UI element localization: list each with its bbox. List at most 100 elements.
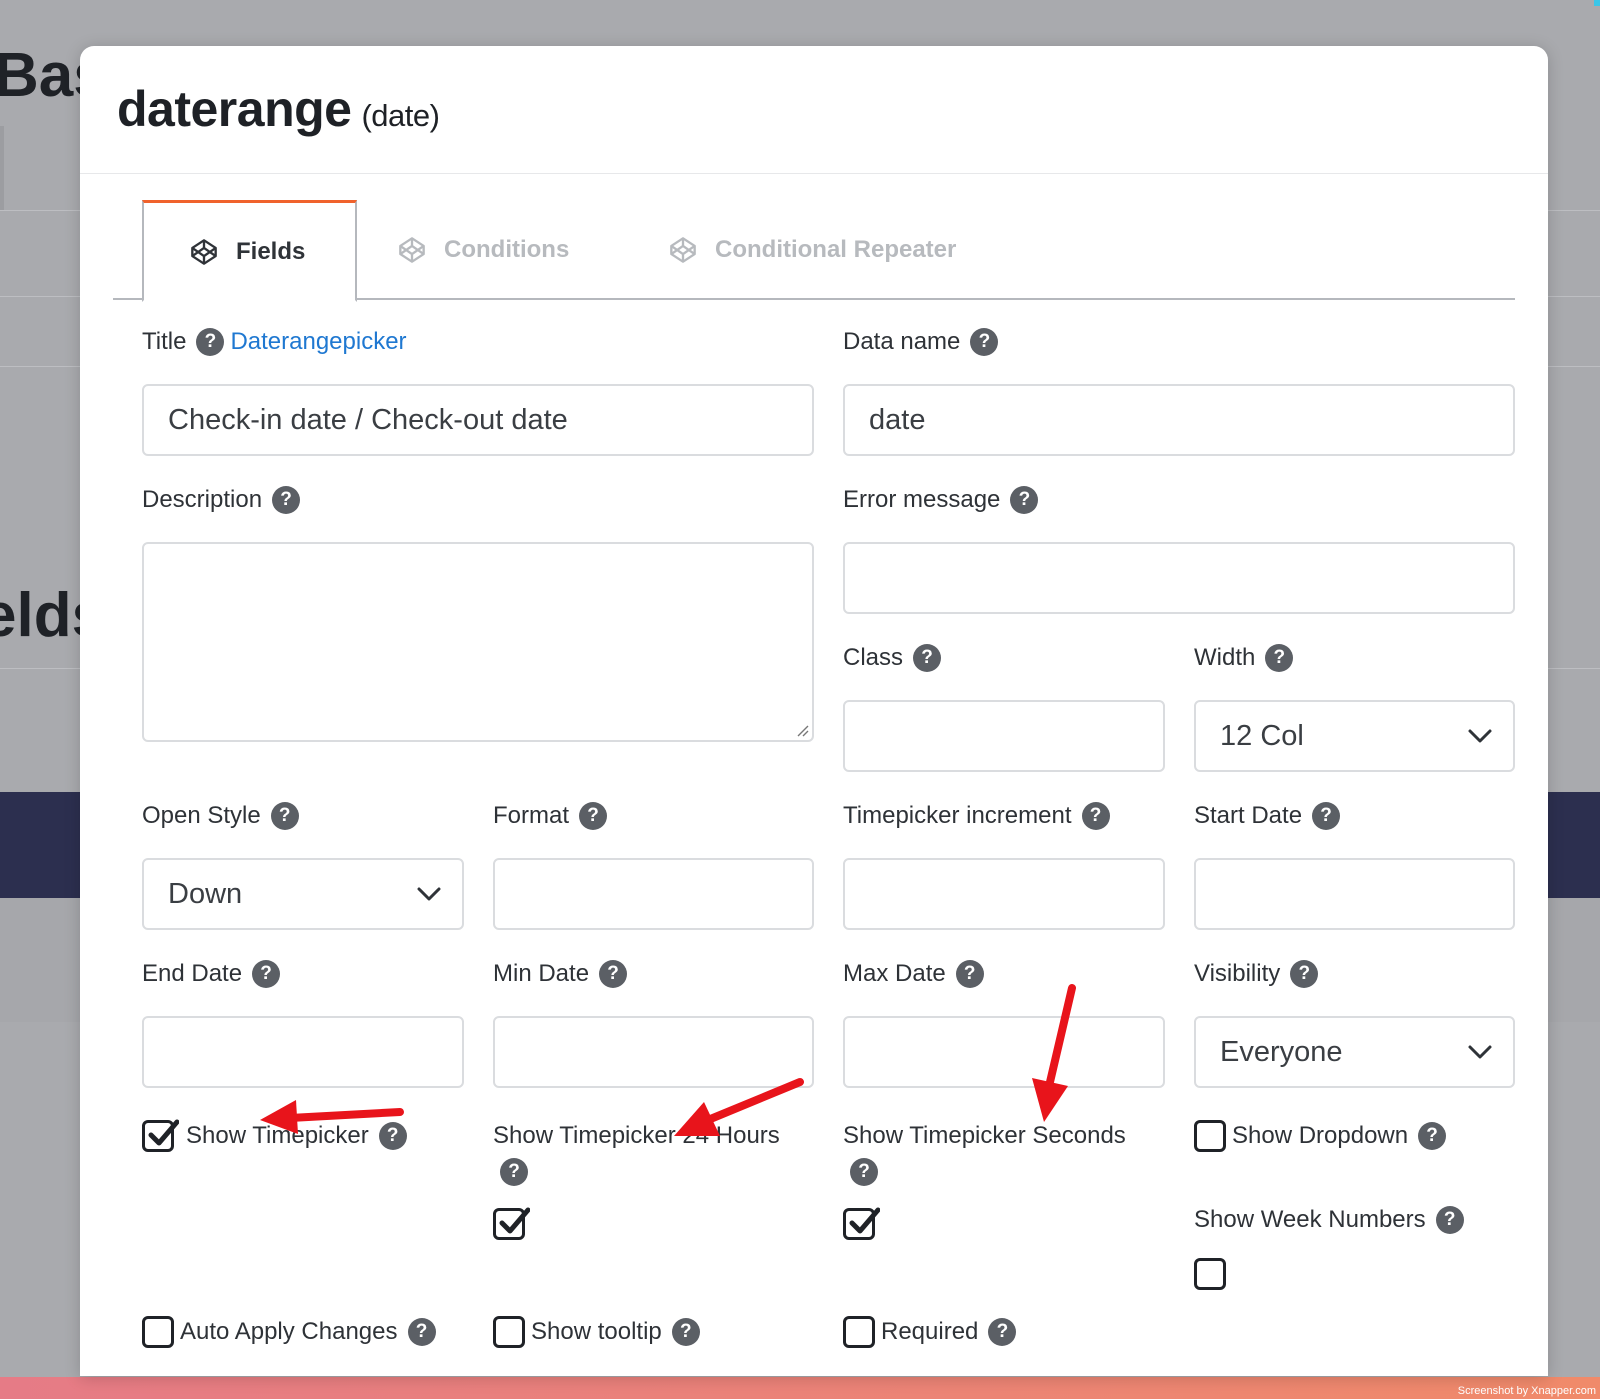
start-date-input[interactable]: [1194, 858, 1515, 930]
error-message-input[interactable]: [843, 542, 1515, 614]
help-icon[interactable]: ?: [1265, 644, 1294, 672]
format-label-text: Format: [493, 802, 570, 829]
annotation-arrow: [674, 1078, 804, 1136]
required-label-text: Required: [881, 1318, 979, 1345]
checkmark-icon: [499, 1207, 530, 1234]
class-input[interactable]: [843, 700, 1165, 772]
visibility-label-text: Visibility: [1194, 960, 1281, 987]
show-tooltip-label: Show tooltip ?: [531, 1318, 700, 1346]
show-dropdown-label-text: Show Dropdown: [1232, 1122, 1409, 1149]
tab-fields[interactable]: Fields: [142, 200, 357, 302]
error-message-label: Error message ?: [843, 486, 1039, 514]
title-label: Title ? Daterangepicker: [142, 328, 407, 356]
tab-conditional-repeater[interactable]: Conditional Repeater: [669, 200, 1009, 300]
help-icon[interactable]: ?: [500, 1158, 528, 1186]
description-label-text: Description: [142, 486, 263, 513]
title-input[interactable]: Check-in date / Check-out date: [142, 384, 814, 456]
screenshot-credit: Screenshot by Xnapper.com: [1457, 1385, 1596, 1397]
tab-label: Fields: [236, 237, 306, 265]
help-icon[interactable]: ?: [671, 1318, 700, 1346]
checkmark-icon: [148, 1119, 179, 1146]
show-dropdown-checkbox[interactable]: [1194, 1120, 1226, 1152]
codepen-icon: [669, 236, 697, 264]
description-label: Description ?: [142, 486, 301, 514]
auto-apply-checkbox[interactable]: [142, 1316, 174, 1348]
data-name-label-text: Data name: [843, 328, 961, 355]
corner-accent: [1594, 0, 1600, 6]
open-style-select[interactable]: Down: [142, 858, 464, 930]
show-dropdown-label: Show Dropdown ?: [1232, 1122, 1447, 1150]
class-label: Class ?: [843, 644, 942, 672]
help-icon[interactable]: ?: [272, 486, 301, 514]
resize-handle-icon[interactable]: [795, 723, 809, 737]
width-select-value: 12 Col: [1220, 719, 1304, 752]
required-checkbox[interactable]: [843, 1316, 875, 1348]
end-date-input[interactable]: [142, 1016, 464, 1088]
format-input[interactable]: [493, 858, 814, 930]
title-label-text: Title: [142, 328, 187, 355]
help-icon[interactable]: ?: [850, 1158, 878, 1186]
chevron-down-icon: [1468, 729, 1492, 743]
description-textarea[interactable]: [142, 542, 814, 742]
show-timepicker-24-checkbox[interactable]: [493, 1207, 530, 1240]
auto-apply-label: Auto Apply Changes ?: [180, 1318, 436, 1346]
daterangepicker-link[interactable]: Daterangepicker: [230, 328, 406, 356]
help-icon[interactable]: ?: [270, 802, 299, 830]
data-name-label: Data name ?: [843, 328, 999, 356]
help-icon[interactable]: ?: [1290, 960, 1319, 988]
help-icon[interactable]: ?: [955, 960, 984, 988]
help-icon[interactable]: ?: [252, 960, 281, 988]
data-name-input[interactable]: date: [843, 384, 1515, 456]
help-icon[interactable]: ?: [970, 328, 999, 356]
help-icon[interactable]: ?: [988, 1318, 1017, 1346]
help-icon[interactable]: ?: [1081, 802, 1110, 830]
timepicker-increment-label-text: Timepicker increment: [843, 802, 1072, 829]
show-week-numbers-label: Show Week Numbers ?: [1194, 1206, 1464, 1234]
help-icon[interactable]: ?: [196, 328, 225, 356]
timepicker-increment-input[interactable]: [843, 858, 1165, 930]
help-icon[interactable]: ?: [579, 802, 608, 830]
annotation-arrow: [260, 1100, 404, 1134]
help-icon[interactable]: ?: [1312, 802, 1341, 830]
modal-title: daterange (date): [117, 80, 440, 138]
max-date-label-text: Max Date: [843, 960, 946, 987]
help-icon[interactable]: ?: [913, 644, 942, 672]
max-date-input[interactable]: [843, 1016, 1165, 1088]
end-date-label-text: End Date: [142, 960, 243, 987]
min-date-label: Min Date ?: [493, 960, 628, 988]
background-bar: [0, 126, 4, 210]
annotation-arrow: [1032, 984, 1076, 1122]
show-tooltip-checkbox[interactable]: [493, 1316, 525, 1348]
show-timepicker-checkbox[interactable]: [142, 1119, 179, 1152]
show-timepicker-seconds-checkbox[interactable]: [843, 1207, 880, 1240]
help-icon[interactable]: ?: [1435, 1206, 1464, 1234]
visibility-select[interactable]: Everyone: [1194, 1016, 1515, 1088]
visibility-label: Visibility ?: [1194, 960, 1319, 988]
end-date-label: End Date ?: [142, 960, 281, 988]
checkmark-icon: [849, 1207, 880, 1234]
open-style-select-value: Down: [168, 877, 243, 910]
help-icon[interactable]: ?: [1010, 486, 1039, 514]
modal-title-text: daterange: [117, 81, 352, 137]
field-settings-modal: daterange (date) Fields Conditions Condit…: [80, 46, 1548, 1376]
timepicker-increment-label: Timepicker increment ?: [843, 802, 1110, 830]
codepen-icon: [398, 236, 426, 264]
background-footer: Screenshot by Xnapper.com: [0, 1377, 1600, 1399]
format-label: Format ?: [493, 802, 608, 830]
tab-label: Conditions: [444, 236, 570, 263]
tab-label: Conditional Repeater: [715, 236, 957, 263]
min-date-label-text: Min Date: [493, 960, 590, 987]
codepen-icon: [190, 238, 218, 266]
tab-conditions[interactable]: Conditions: [398, 200, 598, 300]
tab-bar: Fields Conditions Conditional Repeater: [113, 200, 1515, 302]
modal-subtitle: (date): [361, 98, 440, 133]
chevron-down-icon: [1468, 1045, 1492, 1059]
help-icon[interactable]: ?: [1418, 1122, 1447, 1150]
open-style-label-text: Open Style: [142, 802, 261, 829]
width-label: Width ?: [1194, 644, 1294, 672]
width-select[interactable]: 12 Col: [1194, 700, 1515, 772]
chevron-down-icon: [417, 887, 441, 901]
help-icon[interactable]: ?: [407, 1318, 436, 1346]
show-week-numbers-checkbox[interactable]: [1194, 1258, 1226, 1290]
help-icon[interactable]: ?: [599, 960, 628, 988]
